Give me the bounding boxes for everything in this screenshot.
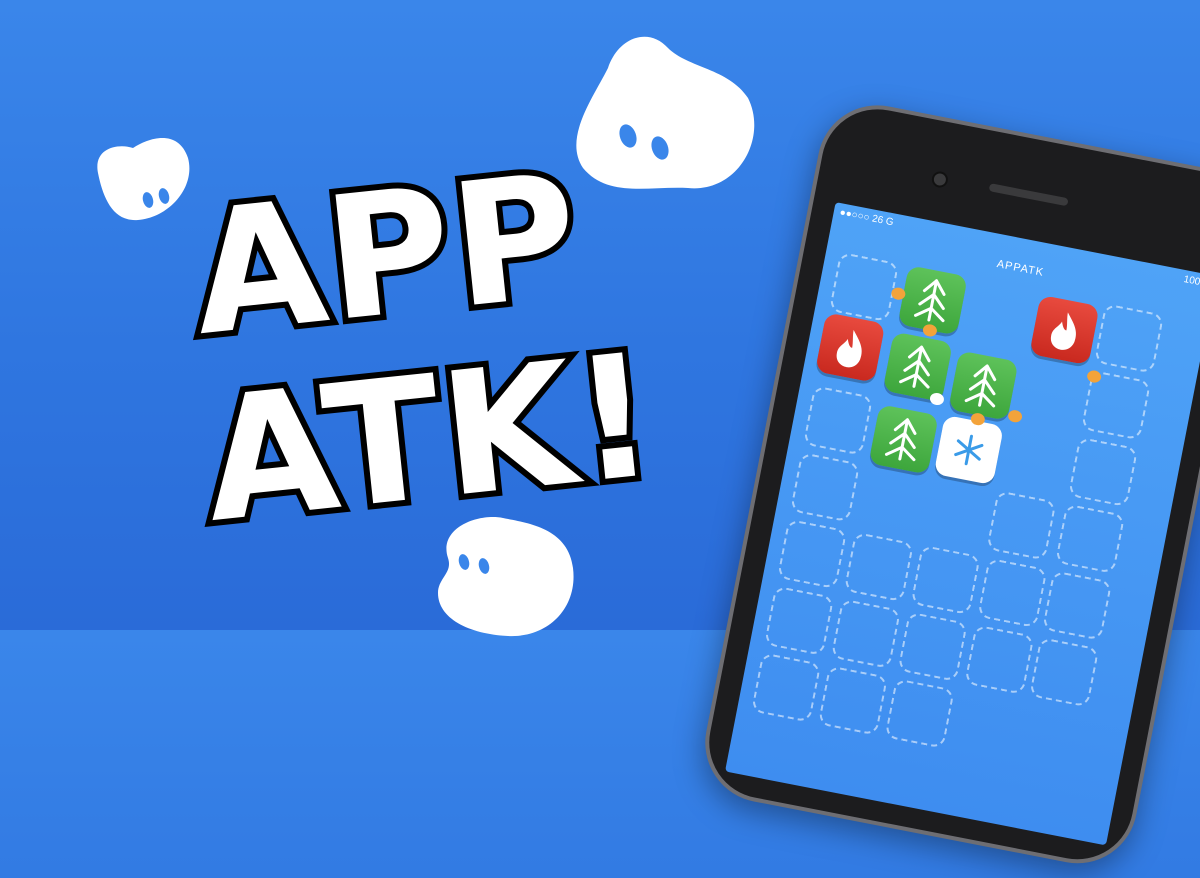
carrier-signal: ●●○○○ 26 G [838, 207, 895, 229]
flame-icon [836, 329, 862, 368]
grid-slot[interactable] [763, 585, 835, 656]
phone-mockup: ●●○○○ 26 G 100% APPATK [694, 95, 1200, 874]
snowflake-icon [954, 434, 984, 466]
grid-slot[interactable] [977, 557, 1048, 629]
tree-arrow-icon [964, 364, 997, 408]
flame-icon [1050, 312, 1076, 350]
grid-slot[interactable] [789, 452, 861, 523]
grid-slot[interactable] [964, 624, 1035, 695]
grid-slot[interactable] [1093, 303, 1165, 374]
grid-slot[interactable] [1028, 637, 1100, 708]
grid-slot[interactable] [802, 385, 874, 456]
grid-slot[interactable] [897, 611, 968, 682]
headline-line-2: ATK! [189, 311, 671, 567]
camera-icon [930, 170, 950, 189]
headline: APP ATK! [155, 126, 674, 574]
fire-tile[interactable] [815, 312, 886, 383]
grid-slot[interactable] [750, 652, 822, 723]
grid-slot[interactable] [986, 490, 1057, 561]
tree-tile[interactable] [882, 331, 953, 402]
grid-slot[interactable] [830, 598, 902, 669]
grid-slot[interactable] [1054, 503, 1126, 574]
grid-slot[interactable] [1067, 436, 1139, 508]
grid-slot[interactable] [843, 531, 915, 603]
tree-arrow-icon [884, 418, 917, 462]
grid-slot[interactable] [1041, 570, 1113, 641]
phone-screen: ●●○○○ 26 G 100% APPATK [725, 202, 1200, 846]
battery-level: 100% [1182, 273, 1200, 290]
grid-slot[interactable] [776, 518, 848, 590]
tree-tile[interactable] [868, 404, 939, 475]
snow-tile[interactable] [933, 414, 1004, 486]
grid-slot[interactable] [828, 251, 900, 323]
fire-tile[interactable] [1029, 294, 1100, 366]
phone-body: ●●○○○ 26 G 100% APPATK [694, 95, 1200, 874]
bug-enemy [1007, 408, 1024, 424]
grid-slot[interactable] [884, 678, 955, 749]
game-grid [741, 251, 1194, 831]
tree-tile[interactable] [948, 350, 1019, 421]
speaker-grille [988, 183, 1069, 207]
grid-slot[interactable] [910, 544, 981, 616]
tree-arrow-icon [899, 345, 931, 389]
grid-slot[interactable] [817, 665, 889, 736]
